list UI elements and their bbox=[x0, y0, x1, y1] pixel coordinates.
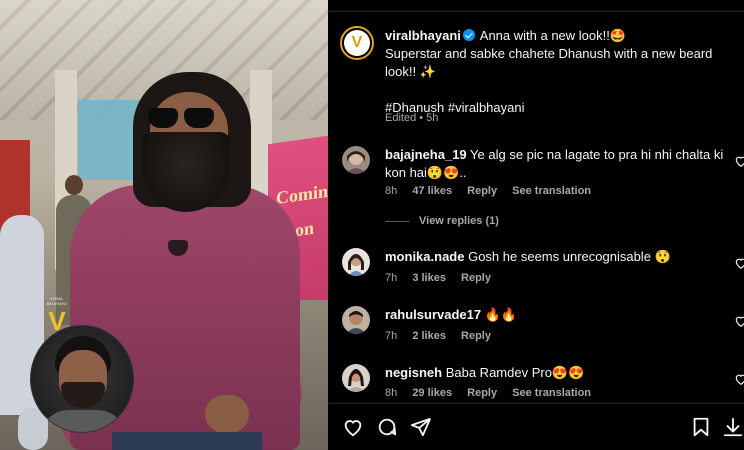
banner-text: Coming bbox=[276, 179, 328, 209]
comment-username[interactable]: monika.nade bbox=[385, 249, 464, 264]
photo-person-jeans bbox=[112, 432, 262, 450]
see-translation-button[interactable]: See translation bbox=[512, 387, 591, 399]
post-action-bar bbox=[328, 403, 744, 450]
bookmark-icon[interactable] bbox=[690, 416, 712, 438]
download-icon[interactable] bbox=[722, 416, 744, 438]
comment-icon[interactable] bbox=[376, 416, 398, 438]
panel-divider bbox=[328, 0, 744, 12]
comment-username[interactable]: rahulsurvade17 bbox=[385, 307, 481, 322]
verified-icon bbox=[462, 29, 475, 41]
photo-person-hand bbox=[205, 395, 249, 433]
comment-like-icon[interactable] bbox=[734, 372, 744, 386]
comment-text: Baba Ramdev Pro😍😍 bbox=[445, 365, 585, 380]
comment-reply-button[interactable]: Reply bbox=[467, 387, 497, 399]
comment-time: 8h bbox=[385, 185, 398, 197]
view-replies-button[interactable]: View replies (1) bbox=[385, 215, 499, 227]
commenter-avatar[interactable] bbox=[342, 306, 370, 334]
comment-likes[interactable]: 3 likes bbox=[412, 272, 446, 284]
comment-time: 8h bbox=[385, 387, 398, 399]
comment-time: 7h bbox=[385, 272, 398, 284]
comment-like-icon[interactable] bbox=[734, 256, 744, 270]
post-timestamp: Edited • 5h bbox=[385, 112, 439, 124]
comment-text: 🔥🔥 bbox=[484, 307, 518, 322]
comment-reply-button[interactable]: Reply bbox=[467, 185, 497, 197]
comment-like-icon[interactable] bbox=[734, 154, 744, 168]
comment-text: Gosh he seems unrecognisable 😲 bbox=[468, 249, 671, 264]
comment-likes[interactable]: 29 likes bbox=[412, 387, 452, 399]
caption-text: Anna with a new look!!🤩 bbox=[479, 28, 627, 43]
comments-panel: V viralbhayani Anna with a new look!!🤩 S… bbox=[328, 0, 744, 450]
caption-text: Superstar and sabke chahete Dhanush with… bbox=[385, 46, 713, 79]
share-icon[interactable] bbox=[410, 416, 432, 438]
commenter-avatar[interactable] bbox=[342, 248, 370, 276]
post-photo[interactable]: Coming Soon VIRAL BHAYANI V bbox=[0, 0, 328, 450]
author-avatar[interactable]: V bbox=[340, 26, 374, 60]
see-translation-button[interactable]: See translation bbox=[512, 185, 591, 197]
comment-likes[interactable]: 47 likes bbox=[412, 185, 452, 197]
post-caption: viralbhayani Anna with a new look!!🤩 Sup… bbox=[385, 27, 735, 117]
comment-likes[interactable]: 2 likes bbox=[412, 330, 446, 342]
photo-person-sunglasses bbox=[148, 108, 218, 130]
author-username[interactable]: viralbhayani bbox=[385, 28, 461, 43]
commenter-avatar[interactable] bbox=[342, 364, 370, 392]
inset-portrait bbox=[30, 325, 134, 433]
comment-reply-button[interactable]: Reply bbox=[461, 330, 491, 342]
comment-username[interactable]: bajajneha_19 bbox=[385, 147, 467, 162]
comment-like-icon[interactable] bbox=[734, 314, 744, 328]
commenter-avatar[interactable] bbox=[342, 146, 370, 174]
heart-icon[interactable] bbox=[342, 416, 364, 438]
comment-time: 7h bbox=[385, 330, 398, 342]
comment-username[interactable]: negisneh bbox=[385, 365, 442, 380]
comment-reply-button[interactable]: Reply bbox=[461, 272, 491, 284]
